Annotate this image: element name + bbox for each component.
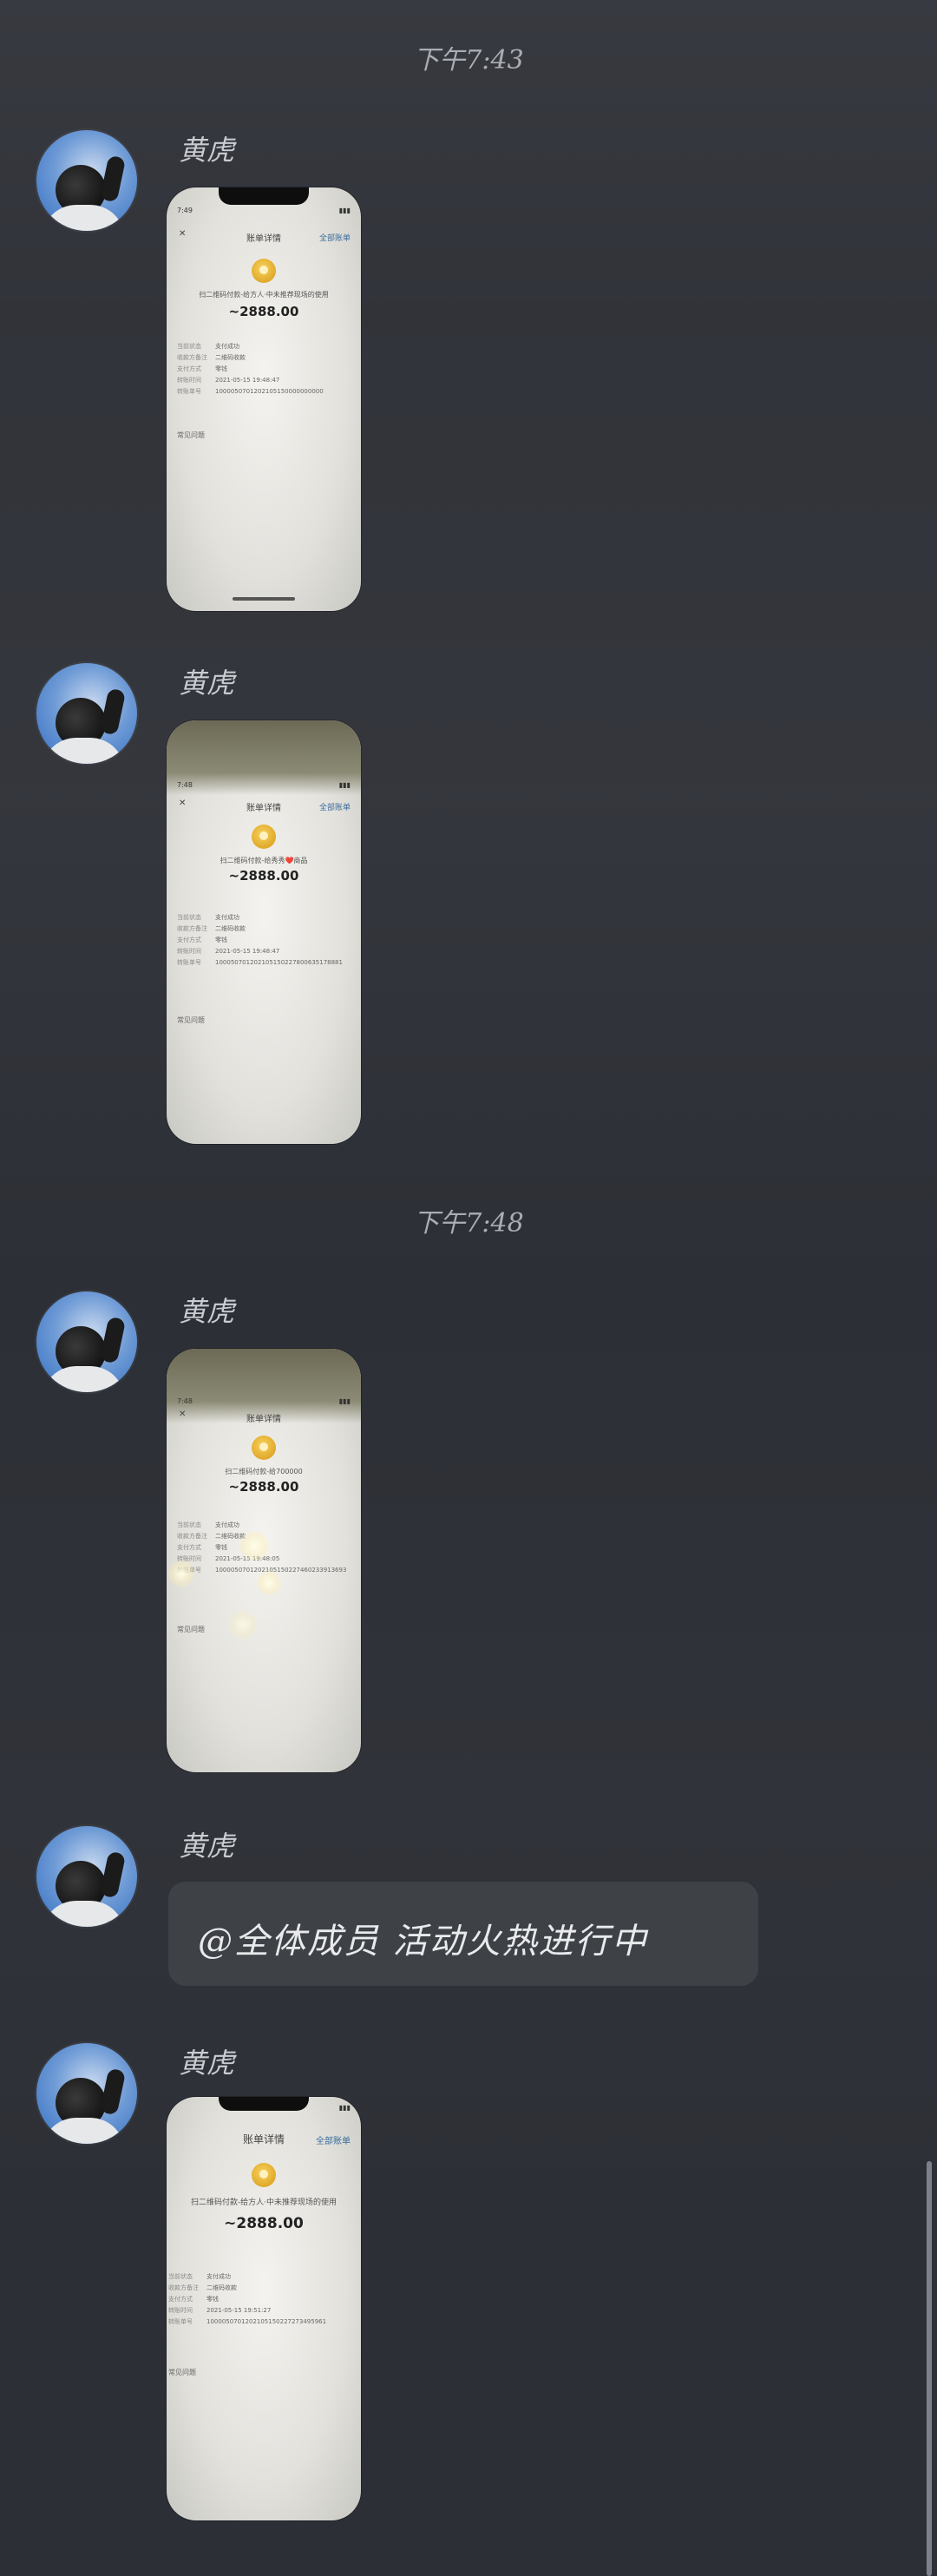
- faq-link: 常见问题: [177, 431, 205, 439]
- bill-details: 当前状态 支付成功 收款方备注 二维码收款 支付方式 零钱 转账时间 2021-05-1…: [177, 913, 354, 969]
- bill-row: 收款方备注 二维码收款: [177, 354, 246, 361]
- phone-status-bar: 7:48 ▮▮▮: [177, 1397, 351, 1405]
- photo-message[interactable]: ▮▮▮ 账单详情 全部账单 扫二维码付款-给方人·中未推荐现场的使用 ~2888…: [167, 2097, 361, 2520]
- bill-row: 当前状态 支付成功: [168, 2273, 231, 2280]
- avatar[interactable]: [36, 130, 137, 231]
- phone-notch: [219, 187, 309, 205]
- payment-coin-icon: [252, 1436, 276, 1460]
- light-glare: [168, 1561, 194, 1587]
- phone-status-bar: 7:49 ▮▮▮: [177, 207, 351, 214]
- photo-message[interactable]: 7:49 ▮▮▮ ✕ 账单详情 全部账单 扫二维码付款-给方人·中未推荐现场的使用…: [167, 187, 361, 611]
- bill-amount: ~2888.00: [228, 1479, 299, 1495]
- bill-description: 扫二维码付款-给方人·中未推荐现场的使用: [190, 2198, 337, 2207]
- bill-row: 转账单号 1000050701202105150227273495961: [168, 2318, 327, 2325]
- bill-row: 支付方式 零钱: [177, 365, 227, 372]
- payment-coin-icon: [252, 259, 276, 283]
- bill-row: 支付方式 零钱: [168, 2296, 219, 2303]
- bill-description: 扫二维码付款-给秀秀❤️商品: [220, 857, 308, 864]
- bill-title: 账单详情: [246, 1415, 281, 1424]
- background-band-top: [0, 0, 937, 790]
- bill-row: 收款方备注 二维码收款: [177, 925, 246, 932]
- bill-details: 当前状态 支付成功 收款方备注 二维码收款 支付方式 零钱 转账时间 2021-05-1…: [168, 2272, 354, 2329]
- avatar[interactable]: [36, 663, 137, 764]
- bill-row: 转账时间 2021-05-15 19:48:05: [177, 1555, 280, 1562]
- sender-name: 黄虎: [179, 2047, 235, 2080]
- sender-name: 黄虎: [179, 1830, 235, 1863]
- scrollbar[interactable]: [927, 2161, 932, 2576]
- background-band-bottom: [0, 2161, 937, 2576]
- bill-row: 当前状态 支付成功: [177, 1521, 239, 1528]
- sender-name: 黄虎: [179, 667, 235, 700]
- bill-amount: ~2888.00: [228, 868, 299, 884]
- bill-details: 当前状态 支付成功 收款方备注 二维码收款 支付方式 零钱 转账时间 2021-05-1…: [177, 342, 354, 398]
- text-message: @全体成员 活动火热进行中: [198, 1922, 648, 1962]
- photo-message[interactable]: 7:48 ▮▮▮ ✕ 账单详情 全部账单 扫二维码付款-给秀秀❤️商品 ~2888…: [167, 720, 361, 1144]
- bill-row: 转账时间 2021-05-15 19:48:47: [177, 377, 280, 384]
- light-glare: [229, 1611, 257, 1639]
- photo-message[interactable]: 7:48 ▮▮▮ ✕ 账单详情 扫二维码付款-给700000 ~2888.00 当…: [167, 1349, 361, 1772]
- timestamp: 下午7:48: [413, 1208, 524, 1239]
- bill-description: 扫二维码付款-给700000: [225, 1468, 303, 1475]
- phone-status-bar: 7:48 ▮▮▮: [177, 781, 351, 789]
- bill-row: 当前状态 支付成功: [177, 914, 239, 921]
- faq-link: 常见问题: [168, 2369, 196, 2376]
- bill-amount: ~2888.00: [224, 2215, 304, 2232]
- bill-row: 转账单号 100050701202105150227800635178881: [177, 959, 343, 966]
- phone-status-bar: ▮▮▮: [338, 2104, 351, 2112]
- bill-row: 当前状态 支付成功: [177, 343, 239, 350]
- avatar[interactable]: [36, 1826, 137, 1927]
- bill-amount: ~2888.00: [228, 304, 299, 319]
- payment-coin-icon: [252, 2163, 276, 2187]
- avatar[interactable]: [36, 2043, 137, 2144]
- bill-row: 转账时间 2021-05-15 19:51:27: [168, 2307, 272, 2314]
- bill-row: 转账单号 1000050701202105150000000000: [177, 388, 324, 395]
- light-glare: [257, 1571, 281, 1595]
- faq-link: 常见问题: [177, 1016, 205, 1024]
- payment-coin-icon: [252, 825, 276, 849]
- text-message-bubble[interactable]: @全体成员 活动火热进行中: [168, 1882, 758, 1986]
- home-indicator: [233, 597, 295, 601]
- all-bills-link: 全部账单: [318, 804, 351, 812]
- bill-row: 收款方备注 二维码收款: [168, 2284, 237, 2291]
- sender-name: 黄虎: [179, 134, 235, 167]
- light-glare: [239, 1531, 269, 1561]
- timestamp: 下午7:43: [413, 45, 524, 76]
- bill-description: 扫二维码付款-给方人·中未推荐现场的使用: [199, 291, 329, 299]
- sender-name: 黄虎: [179, 1295, 235, 1328]
- all-bills-link: 全部账单: [316, 2137, 351, 2146]
- avatar[interactable]: [36, 1291, 137, 1392]
- all-bills-link: 全部账单: [318, 234, 351, 243]
- bill-row: 转账时间 2021-05-15 19:48:47: [177, 948, 280, 955]
- bill-row: 支付方式 零钱: [177, 936, 227, 943]
- faq-link: 常见问题: [177, 1626, 205, 1633]
